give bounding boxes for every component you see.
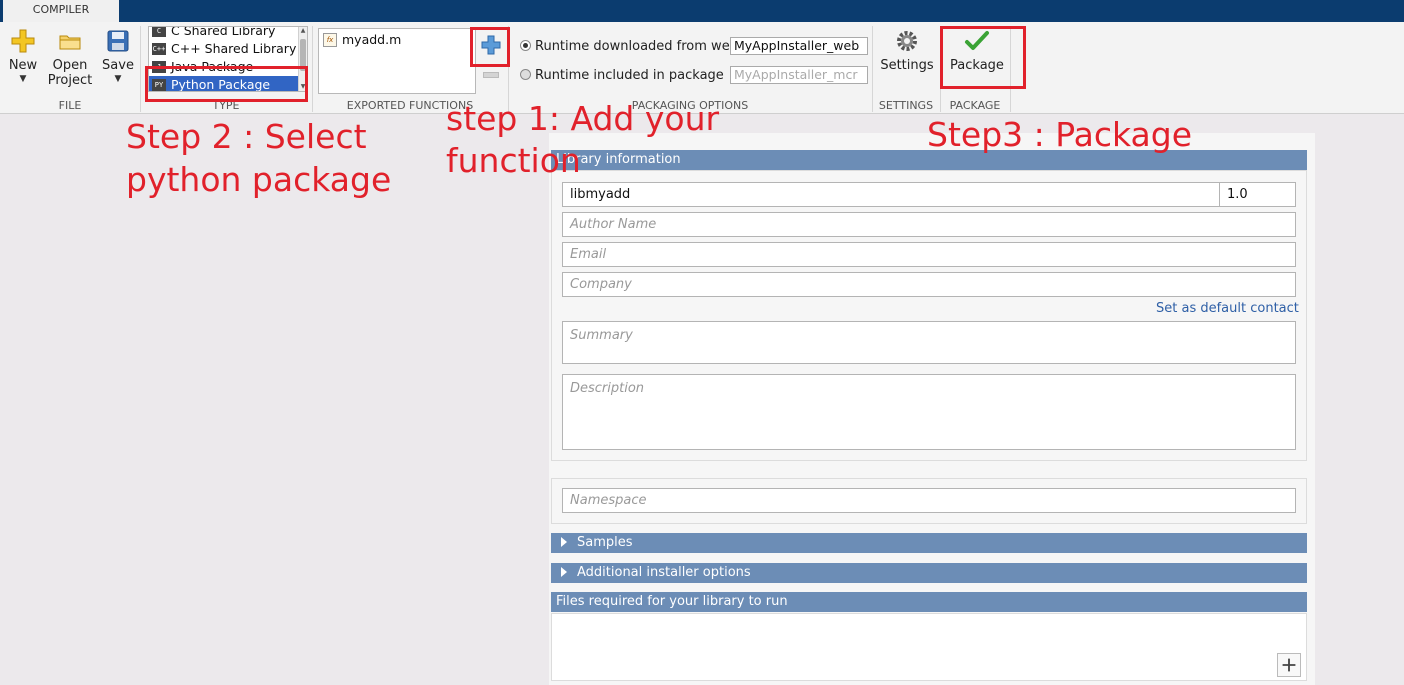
email-field[interactable]: Email	[562, 242, 1296, 267]
installer-options-header[interactable]: Additional installer options	[551, 563, 1307, 583]
cpp-library-icon: C++	[152, 43, 166, 55]
annotation-step3: Step3 : Package	[927, 115, 1193, 154]
runtime-included-option[interactable]: Runtime included in package	[520, 68, 724, 84]
open-project-button[interactable]: Open Project	[46, 28, 94, 88]
summary-field[interactable]: Summary	[562, 321, 1296, 364]
plus-icon	[11, 29, 35, 53]
web-installer-name-input[interactable]: MyAppInstaller_web	[730, 37, 868, 55]
mcr-installer-name-input[interactable]: MyAppInstaller_mcr	[730, 66, 868, 84]
chevron-down-icon: ▼	[19, 74, 27, 84]
package-section-label: PACKAGE	[949, 99, 1001, 112]
type-item-label: C Shared Library	[171, 26, 276, 38]
settings-section-label: SETTINGS	[878, 99, 934, 112]
annotation-step2-line2: python package	[126, 160, 392, 199]
type-item-cpp-shared-library[interactable]: C++ C++ Shared Library	[149, 40, 307, 58]
title-strip	[0, 0, 1404, 22]
annotation-step1-line1: step 1: Add your	[446, 99, 720, 138]
chevron-down-icon: ▼	[114, 74, 122, 84]
description-field[interactable]: Description	[562, 374, 1296, 450]
files-required-list[interactable]	[551, 613, 1307, 681]
project-label: Project	[47, 73, 93, 88]
files-required-header: Files required for your library to run	[551, 592, 1307, 612]
save-label: Save	[102, 58, 134, 73]
version-field[interactable]: 1.0	[1219, 182, 1296, 207]
c-library-icon: C	[152, 27, 166, 37]
add-file-icon[interactable]	[1277, 653, 1301, 677]
annotation-step2-line1: Step 2 : Select	[126, 117, 367, 156]
function-file-label: myadd.m	[342, 32, 402, 47]
open-label: Open	[52, 58, 88, 73]
installer-options-label: Additional installer options	[577, 565, 751, 580]
floppy-disk-icon	[107, 30, 129, 52]
type-item-c-shared-library[interactable]: C C Shared Library	[149, 26, 307, 40]
annotation-box-add-function	[470, 27, 510, 67]
save-button[interactable]: Save ▼	[102, 28, 134, 84]
remove-function-button[interactable]	[483, 72, 499, 78]
radio-button[interactable]	[520, 69, 531, 80]
tab-compiler[interactable]: COMPILER	[3, 0, 119, 22]
gear-icon	[897, 31, 917, 51]
function-file-item[interactable]: fx myadd.m	[323, 32, 401, 48]
runtime-included-label: Runtime included in package	[535, 68, 724, 83]
set-default-contact-link[interactable]: Set as default contact	[1156, 301, 1299, 316]
folder-icon	[59, 35, 81, 50]
file-section-label: FILE	[58, 99, 82, 112]
annotation-box-package	[940, 26, 1026, 89]
m-file-icon: fx	[323, 33, 337, 47]
samples-label: Samples	[577, 535, 633, 550]
expand-triangle-icon	[561, 537, 567, 547]
scroll-up-icon[interactable]: ▲	[299, 27, 307, 35]
runtime-web-label: Runtime downloaded from web	[535, 39, 738, 54]
settings-button[interactable]: Settings	[878, 28, 936, 73]
author-name-field[interactable]: Author Name	[562, 212, 1296, 237]
type-item-label: C++ Shared Library	[171, 41, 297, 56]
radio-button-selected[interactable]	[520, 40, 531, 51]
expand-triangle-icon	[561, 567, 567, 577]
company-field[interactable]: Company	[562, 272, 1296, 297]
annotation-box-type	[145, 66, 308, 102]
exported-functions-list[interactable]: fx myadd.m	[318, 28, 476, 94]
library-name-field[interactable]: libmyadd	[562, 182, 1220, 207]
runtime-web-option[interactable]: Runtime downloaded from web	[520, 39, 738, 55]
new-label: New	[8, 58, 38, 73]
new-button[interactable]: New ▼	[8, 28, 38, 84]
annotation-step1-line2: function	[446, 141, 581, 180]
settings-label: Settings	[880, 58, 934, 73]
samples-header[interactable]: Samples	[551, 533, 1307, 553]
namespace-field[interactable]: Namespace	[562, 488, 1296, 513]
